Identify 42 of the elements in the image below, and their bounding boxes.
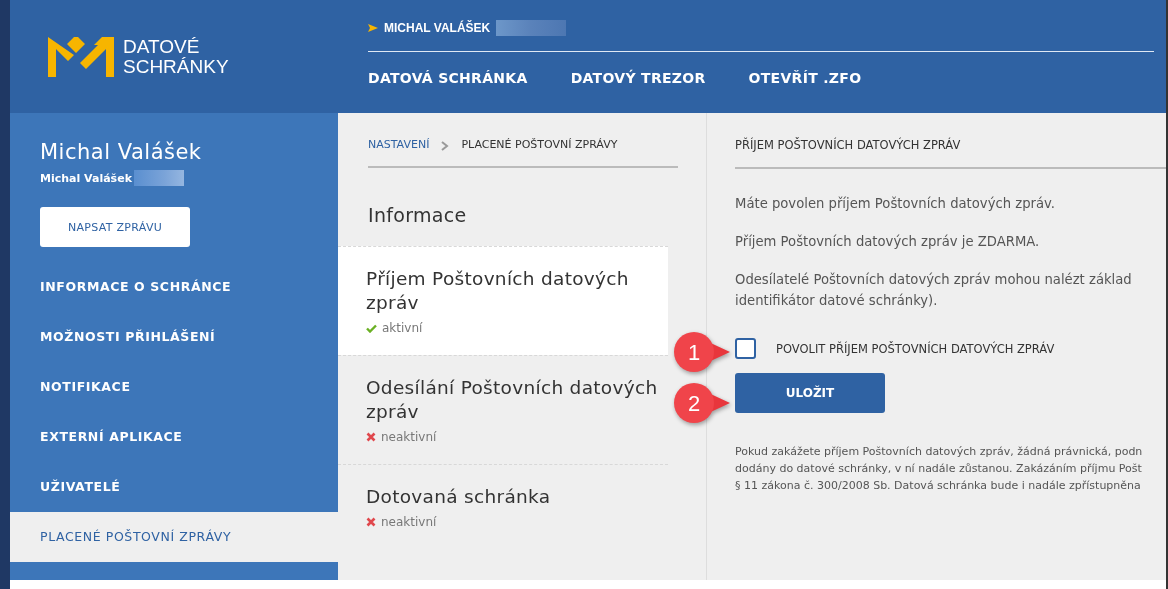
info-item[interactable]: Příjem Poštovních datových zpráv aktivní xyxy=(338,246,668,355)
item-title: Dotovaná schránka xyxy=(366,485,552,509)
info-item[interactable]: Dotovaná schránka neaktivní xyxy=(338,464,668,549)
paragraph-line: Příjem Poštovních datových zpráv je ZDARMA. xyxy=(735,233,1041,251)
breadcrumb-current: PLACENÉ POŠTOVNÍ ZPRÁVY xyxy=(461,138,618,151)
nav-link[interactable]: DATOVÝ TREZOR xyxy=(570,70,706,86)
item-title: Odesílání Poštovních datových zpráv xyxy=(366,376,659,424)
status-text: aktivní xyxy=(382,321,423,335)
breadcrumb-link[interactable]: NASTAVENÍ xyxy=(368,138,430,151)
save-button[interactable]: ULOŽIT xyxy=(735,373,885,413)
account-name: Michal Valášek xyxy=(39,140,203,164)
sidebar-item[interactable]: UŽIVATELÉ xyxy=(10,462,338,512)
account-subname: Michal Valášek xyxy=(40,171,132,185)
info-item[interactable]: Odesílání Poštovních datových zpráv neaktivní xyxy=(338,355,668,464)
sidebar-item[interactable]: PLACENÉ POŠTOVNÍ ZPRÁVY xyxy=(10,512,338,562)
logo-text: DATOVÉ SCHRÁNKY xyxy=(123,36,229,77)
sidebar-item[interactable]: INFORMACE O SCHRÁNCE xyxy=(10,262,338,312)
note-line: Pokud zakážete příjem Poštovních datových zpráv, žádná právnická, podn xyxy=(735,444,1144,460)
sidebar-item[interactable]: EXTERNÍ APLIKACE xyxy=(10,412,338,462)
status-text: neaktivní xyxy=(381,515,437,529)
paragraph-line: identifikátor datové schránky). xyxy=(735,292,939,310)
nav-link[interactable]: OTEVŘÍT .ZFO xyxy=(748,70,862,86)
compose-button[interactable]: NAPSAT ZPRÁVU xyxy=(40,207,190,247)
note-line: dodány do datové schránky, v ní nadále zůstanou. Zakázáním příjmu Pošt xyxy=(735,461,1143,477)
redacted-mark xyxy=(496,19,567,36)
redacted-mark xyxy=(133,170,184,186)
checkbox-label: POVOLIT PŘÍJEM POŠTOVNÍCH DATOVÝCH ZPRÁV xyxy=(776,341,1055,356)
sidebar-item[interactable]: NOTIFIKACE xyxy=(10,362,338,412)
section-title: Informace xyxy=(367,203,468,228)
item-title: Příjem Poštovních datových zpráv xyxy=(366,267,630,315)
checkbox[interactable] xyxy=(735,338,756,359)
status-text: neaktivní xyxy=(381,430,437,444)
note-line: § 11 zákona č. 300/2008 Sb. Datová schránka bude i nadále zpřístupněna xyxy=(735,478,1142,494)
logo-icon xyxy=(48,36,114,77)
paragraph-line: Odesílatelé Poštovních datových zpráv mohou nalézt základ xyxy=(735,271,1133,289)
user-name: MICHAL VALÁŠEK xyxy=(384,20,491,35)
sidebar-item[interactable]: MOŽNOSTI PŘIHLÁŠENÍ xyxy=(10,312,338,362)
nav-link[interactable]: DATOVÁ SCHRÁNKA xyxy=(368,70,528,86)
chevron-icon xyxy=(441,141,450,151)
paragraph-line: Máte povolen příjem Poštovních datových zpráv. xyxy=(735,195,1056,213)
section-heading: PŘÍJEM POŠTOVNÍCH DATOVÝCH ZPRÁV xyxy=(735,138,1166,169)
arrow-icon xyxy=(368,22,378,33)
